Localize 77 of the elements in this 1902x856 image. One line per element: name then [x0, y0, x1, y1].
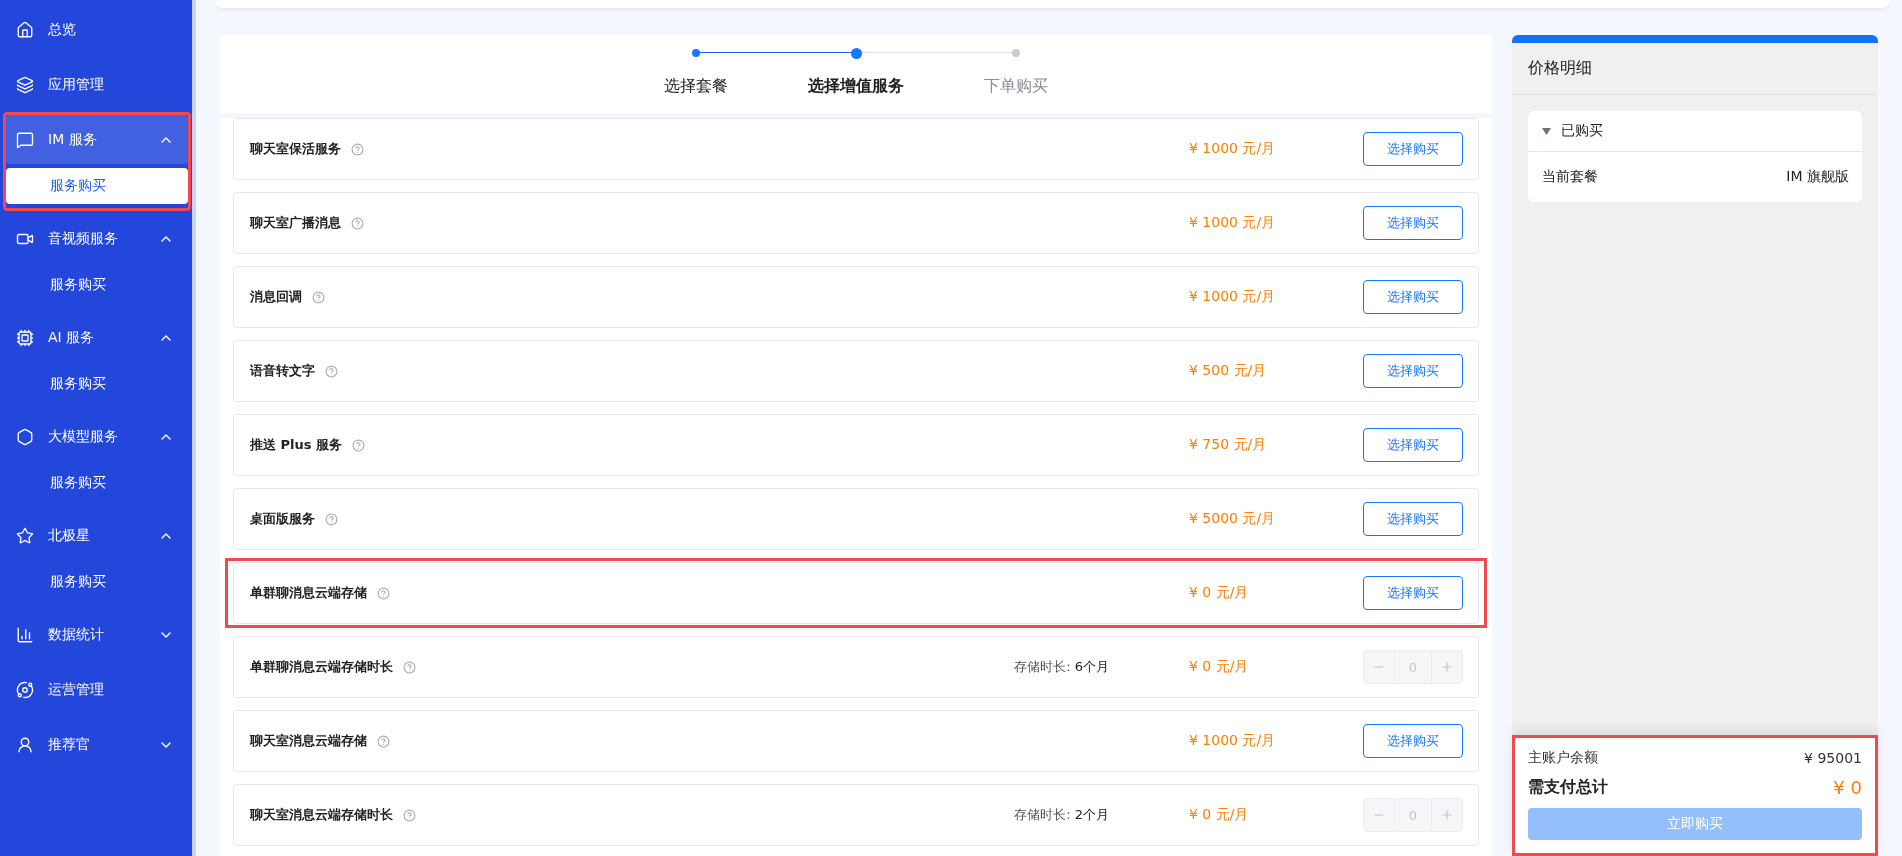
plan-label: 当前套餐 — [1542, 168, 1598, 186]
total-label: 需支付总计 — [1528, 777, 1608, 798]
plus-icon — [1440, 808, 1454, 822]
price-text: ¥ 1000 元/月 — [1189, 214, 1277, 232]
price-text: ¥ 5000 元/月 — [1189, 510, 1277, 528]
price-text: ¥ 0 元/月 — [1189, 806, 1250, 824]
sidebar-subitem[interactable]: 服务购买 — [6, 362, 188, 406]
user-icon — [16, 735, 34, 754]
select-buy-button[interactable]: 选择购买 — [1363, 724, 1463, 758]
help-icon[interactable] — [377, 734, 390, 748]
duration-text: 存储时长: 6个月 — [1014, 658, 1109, 676]
total-value: ¥ 0 — [1833, 777, 1862, 798]
panel-title: 价格明细 — [1512, 43, 1878, 95]
plan-value: IM 旗舰版 — [1786, 168, 1849, 186]
step-label[interactable]: 下单购买 — [984, 76, 1048, 97]
step-label[interactable]: 选择套餐 — [664, 76, 728, 97]
price-text: ¥ 500 元/月 — [1189, 362, 1268, 380]
select-buy-button[interactable]: 选择购买 — [1363, 576, 1463, 610]
service-name: 聊天室广播消息 — [250, 214, 341, 232]
service-name: 单群聊消息云端存储 — [250, 584, 367, 602]
service-name: 单群聊消息云端存储时长 — [250, 658, 393, 676]
service-name: 桌面版服务 — [250, 510, 315, 528]
service-name: 推送 Plus 服务 — [250, 436, 343, 454]
section-header[interactable]: 已购买 — [1528, 111, 1862, 152]
service-name: 聊天室消息云端存储 — [250, 732, 367, 750]
service-name: 聊天室消息云端存储时长 — [250, 806, 393, 824]
select-buy-button[interactable]: 选择购买 — [1363, 280, 1463, 314]
sidebar-item[interactable]: 运营管理 — [6, 665, 188, 714]
sidebar-item[interactable]: 数据统计 — [6, 610, 188, 659]
sidebar-item[interactable]: 总览 — [6, 5, 188, 54]
star-icon — [16, 526, 34, 545]
select-buy-button[interactable]: 选择购买 — [1363, 354, 1463, 388]
hexagon-icon — [16, 427, 34, 446]
house-icon — [16, 20, 34, 39]
sidebar-item[interactable]: 大模型服务 — [6, 412, 188, 461]
sidebar-subitem[interactable]: 服务购买 — [6, 560, 188, 604]
price-text: ¥ 0 元/月 — [1189, 584, 1250, 602]
help-icon[interactable] — [352, 438, 366, 452]
duration-text: 存储时长: 2个月 — [1014, 806, 1109, 824]
caret-down-icon — [1542, 127, 1551, 135]
sidebar-subitem[interactable]: 服务购买 — [6, 168, 188, 204]
balance-value: ¥ 95001 — [1804, 750, 1862, 766]
help-icon[interactable] — [325, 512, 338, 526]
help-icon[interactable] — [351, 216, 364, 230]
price-text: ¥ 0 元/月 — [1189, 658, 1250, 676]
price-text: ¥ 1000 元/月 — [1189, 140, 1277, 158]
service-name: 语音转文字 — [250, 362, 315, 380]
orbit-icon — [16, 680, 34, 699]
section-title: 已购买 — [1561, 122, 1603, 140]
chat-bubble-icon — [16, 130, 34, 149]
service-name: 消息回调 — [250, 288, 302, 306]
select-buy-button[interactable]: 选择购买 — [1363, 428, 1463, 462]
price-text: ¥ 750 元/月 — [1189, 436, 1268, 454]
sidebar-item[interactable]: 应用管理 — [6, 60, 188, 109]
sidebar-item[interactable]: AI 服务 — [6, 313, 188, 362]
select-buy-button[interactable]: 选择购买 — [1363, 502, 1463, 536]
sidebar-item[interactable]: 音视频服务 — [6, 214, 188, 263]
sidebar-item[interactable]: 北极星 — [6, 511, 188, 560]
help-icon[interactable] — [377, 586, 390, 600]
help-icon[interactable] — [325, 364, 338, 378]
help-icon[interactable] — [351, 142, 364, 156]
select-buy-button[interactable]: 选择购买 — [1363, 206, 1463, 240]
sidebar-subitem[interactable]: 服务购买 — [6, 461, 188, 505]
plus-icon — [1440, 660, 1454, 674]
balance-label: 主账户余额 — [1528, 749, 1598, 767]
price-text: ¥ 1000 元/月 — [1189, 288, 1277, 306]
price-text: ¥ 1000 元/月 — [1189, 732, 1277, 750]
chip-icon — [16, 328, 34, 347]
step-label[interactable]: 选择增值服务 — [808, 76, 904, 97]
bar-chart-icon — [16, 625, 34, 644]
sidebar-item[interactable]: 推荐官 — [6, 720, 188, 769]
sidebar-item[interactable]: IM 服务 — [6, 115, 188, 164]
layers-icon — [16, 75, 34, 94]
service-name: 聊天室保活服务 — [250, 140, 341, 158]
sidebar-subitem[interactable]: 服务购买 — [6, 263, 188, 307]
select-buy-button[interactable]: 选择购买 — [1363, 132, 1463, 166]
help-icon[interactable] — [312, 290, 325, 304]
